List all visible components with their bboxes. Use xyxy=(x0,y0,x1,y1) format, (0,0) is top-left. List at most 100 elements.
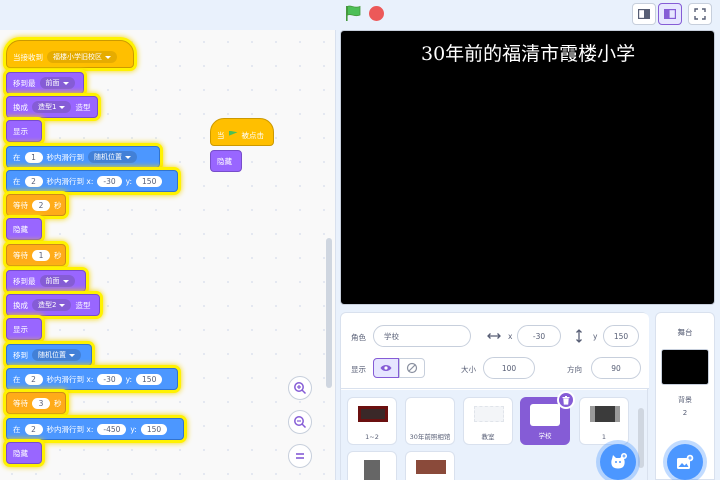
x-arrows-icon xyxy=(487,333,501,339)
switch-costume-block[interactable]: 换成 造型2 造型 xyxy=(6,294,100,316)
x-input[interactable]: -30 xyxy=(97,175,122,187)
trash-icon xyxy=(562,395,570,405)
sprite-tile[interactable]: 1 xyxy=(579,397,629,445)
wait-block[interactable]: 等待 2 秒 xyxy=(6,194,66,216)
normal-stage-button[interactable] xyxy=(658,3,682,25)
layer-dropdown[interactable]: 前面 xyxy=(39,275,75,287)
block-label: 造型 xyxy=(75,300,91,310)
image-add-icon xyxy=(677,454,694,469)
hide-sprite-button[interactable] xyxy=(399,358,425,378)
y-input[interactable]: 150 xyxy=(136,175,163,187)
go-to-layer-block[interactable]: 移到最 前面 xyxy=(6,72,84,94)
sprite-thumbnail xyxy=(416,460,446,474)
block-label: 隐藏 xyxy=(13,448,28,458)
code-scrollbar[interactable] xyxy=(326,238,332,388)
x-field[interactable]: -30 xyxy=(517,325,561,347)
sprite-name: 30年前照相馆 xyxy=(409,433,451,441)
sprite-tile[interactable]: 30年前照相馆 xyxy=(405,397,455,445)
glide-xy-block[interactable]: 在 2 秒内滑行到 x: -30 y: 150 xyxy=(6,170,178,192)
backdrop-count: 2 xyxy=(682,409,688,417)
zoom-reset-button[interactable] xyxy=(288,444,312,468)
x-input[interactable]: -30 xyxy=(97,373,122,385)
layer-dropdown[interactable]: 前面 xyxy=(39,77,75,89)
seconds-input[interactable]: 2 xyxy=(24,423,43,435)
stop-icon[interactable] xyxy=(369,6,384,21)
block-label: 显示 xyxy=(13,324,28,334)
stage-thumbnail xyxy=(661,349,709,385)
message-dropdown[interactable]: 福楼小学旧校区 xyxy=(47,51,117,63)
code-area[interactable]: 当接收到 福楼小学旧校区 移到最 前面 换成 造型1 造型 显示 在 1 秒内滑… xyxy=(0,30,336,480)
cat-add-icon xyxy=(611,453,627,469)
seconds-input[interactable]: 2 xyxy=(24,373,43,385)
green-flag-icon[interactable] xyxy=(344,4,362,22)
add-sprite-button[interactable] xyxy=(600,444,636,480)
seconds-input[interactable]: 2 xyxy=(24,175,43,187)
glide-xy-block[interactable]: 在 2 秒内滑行到 x: -450 y: 150 xyxy=(6,418,184,440)
block-label: 秒内滑行到 x: xyxy=(46,374,94,384)
wait-input[interactable]: 1 xyxy=(32,249,50,261)
block-label: 被点击 xyxy=(241,130,265,140)
normal-stage-icon xyxy=(664,9,676,19)
costume-dropdown[interactable]: 造型2 xyxy=(32,299,72,311)
eye-icon xyxy=(380,365,392,371)
x-label: x xyxy=(508,332,513,341)
wait-input[interactable]: 2 xyxy=(32,199,50,211)
wait-block[interactable]: 等待 1 秒 xyxy=(6,244,66,266)
y-field[interactable]: 150 xyxy=(603,325,639,347)
show-block[interactable]: 显示 xyxy=(6,120,42,142)
target-dropdown[interactable]: 随机位置 xyxy=(88,151,137,163)
x-input[interactable]: -450 xyxy=(97,423,127,435)
target-dropdown[interactable]: 随机位置 xyxy=(32,349,81,361)
hide-block[interactable]: 隐藏 xyxy=(6,218,42,240)
delete-sprite-button[interactable] xyxy=(557,391,575,409)
block-label: 等待 xyxy=(13,250,28,260)
go-to-block[interactable]: 移到 随机位置 xyxy=(6,344,92,366)
block-label: 在 xyxy=(13,176,21,186)
sprite-name: 1~2 xyxy=(365,433,379,441)
y-input[interactable]: 150 xyxy=(136,373,163,385)
go-to-layer-block[interactable]: 移到最 前面 xyxy=(6,270,86,292)
sprite-name: 教室 xyxy=(481,433,495,441)
block-label: 秒 xyxy=(54,200,62,210)
block-label: 显示 xyxy=(13,126,28,136)
sprite-thumbnail xyxy=(358,406,388,422)
fullscreen-button[interactable] xyxy=(688,3,712,25)
zoom-out-button[interactable] xyxy=(288,410,312,434)
show-sprite-button[interactable] xyxy=(373,358,399,378)
sprite-tile[interactable] xyxy=(347,451,397,480)
hide-block[interactable]: 隐藏 xyxy=(6,442,42,464)
y-input[interactable]: 150 xyxy=(140,423,168,435)
block-label: 在 xyxy=(13,374,21,384)
seconds-input[interactable]: 1 xyxy=(24,151,43,163)
block-label: 等待 xyxy=(13,398,28,408)
costume-dropdown[interactable]: 造型1 xyxy=(32,101,72,113)
stage-canvas[interactable]: 30年前的福清市霞楼小学 xyxy=(340,30,715,305)
sprite-name-field[interactable]: 学校 xyxy=(373,325,471,347)
switch-costume-block[interactable]: 换成 造型1 造型 xyxy=(6,96,98,118)
wait-input[interactable]: 3 xyxy=(32,397,50,409)
glide-xy-block[interactable]: 在 2 秒内滑行到 x: -30 y: 150 xyxy=(6,368,178,390)
zoom-out-icon xyxy=(294,416,307,429)
sprite-tile[interactable]: 1~2 xyxy=(347,397,397,445)
wait-block[interactable]: 等待 3 秒 xyxy=(6,392,66,414)
sprite-list-scrollbar[interactable] xyxy=(638,408,644,468)
sprite-tile[interactable] xyxy=(405,451,455,480)
when-flag-clicked-block[interactable]: 当 被点击 xyxy=(210,118,274,146)
show-block[interactable]: 显示 xyxy=(6,318,42,340)
eye-slash-icon xyxy=(406,362,418,374)
sprite-thumbnail xyxy=(364,460,380,480)
direction-field[interactable]: 90 xyxy=(591,357,641,379)
glide-random-block[interactable]: 在 1 秒内滑行到 随机位置 xyxy=(6,146,160,168)
block-label: 移到最 xyxy=(13,276,36,286)
size-field[interactable]: 100 xyxy=(483,357,535,379)
when-receive-block[interactable]: 当接收到 福楼小学旧校区 xyxy=(6,40,134,68)
block-label: 秒内滑行到 x: xyxy=(46,424,94,434)
block-label: 秒内滑行到 xyxy=(46,152,85,162)
zoom-in-button[interactable] xyxy=(288,376,312,400)
add-backdrop-button[interactable] xyxy=(667,444,703,480)
sprite-tile[interactable]: 教室 xyxy=(463,397,513,445)
hide-block[interactable]: 隐藏 xyxy=(210,150,242,172)
small-stage-button[interactable] xyxy=(632,3,656,25)
block-label: 移到 xyxy=(13,350,28,360)
backdrop-label: 背景 xyxy=(678,396,692,404)
